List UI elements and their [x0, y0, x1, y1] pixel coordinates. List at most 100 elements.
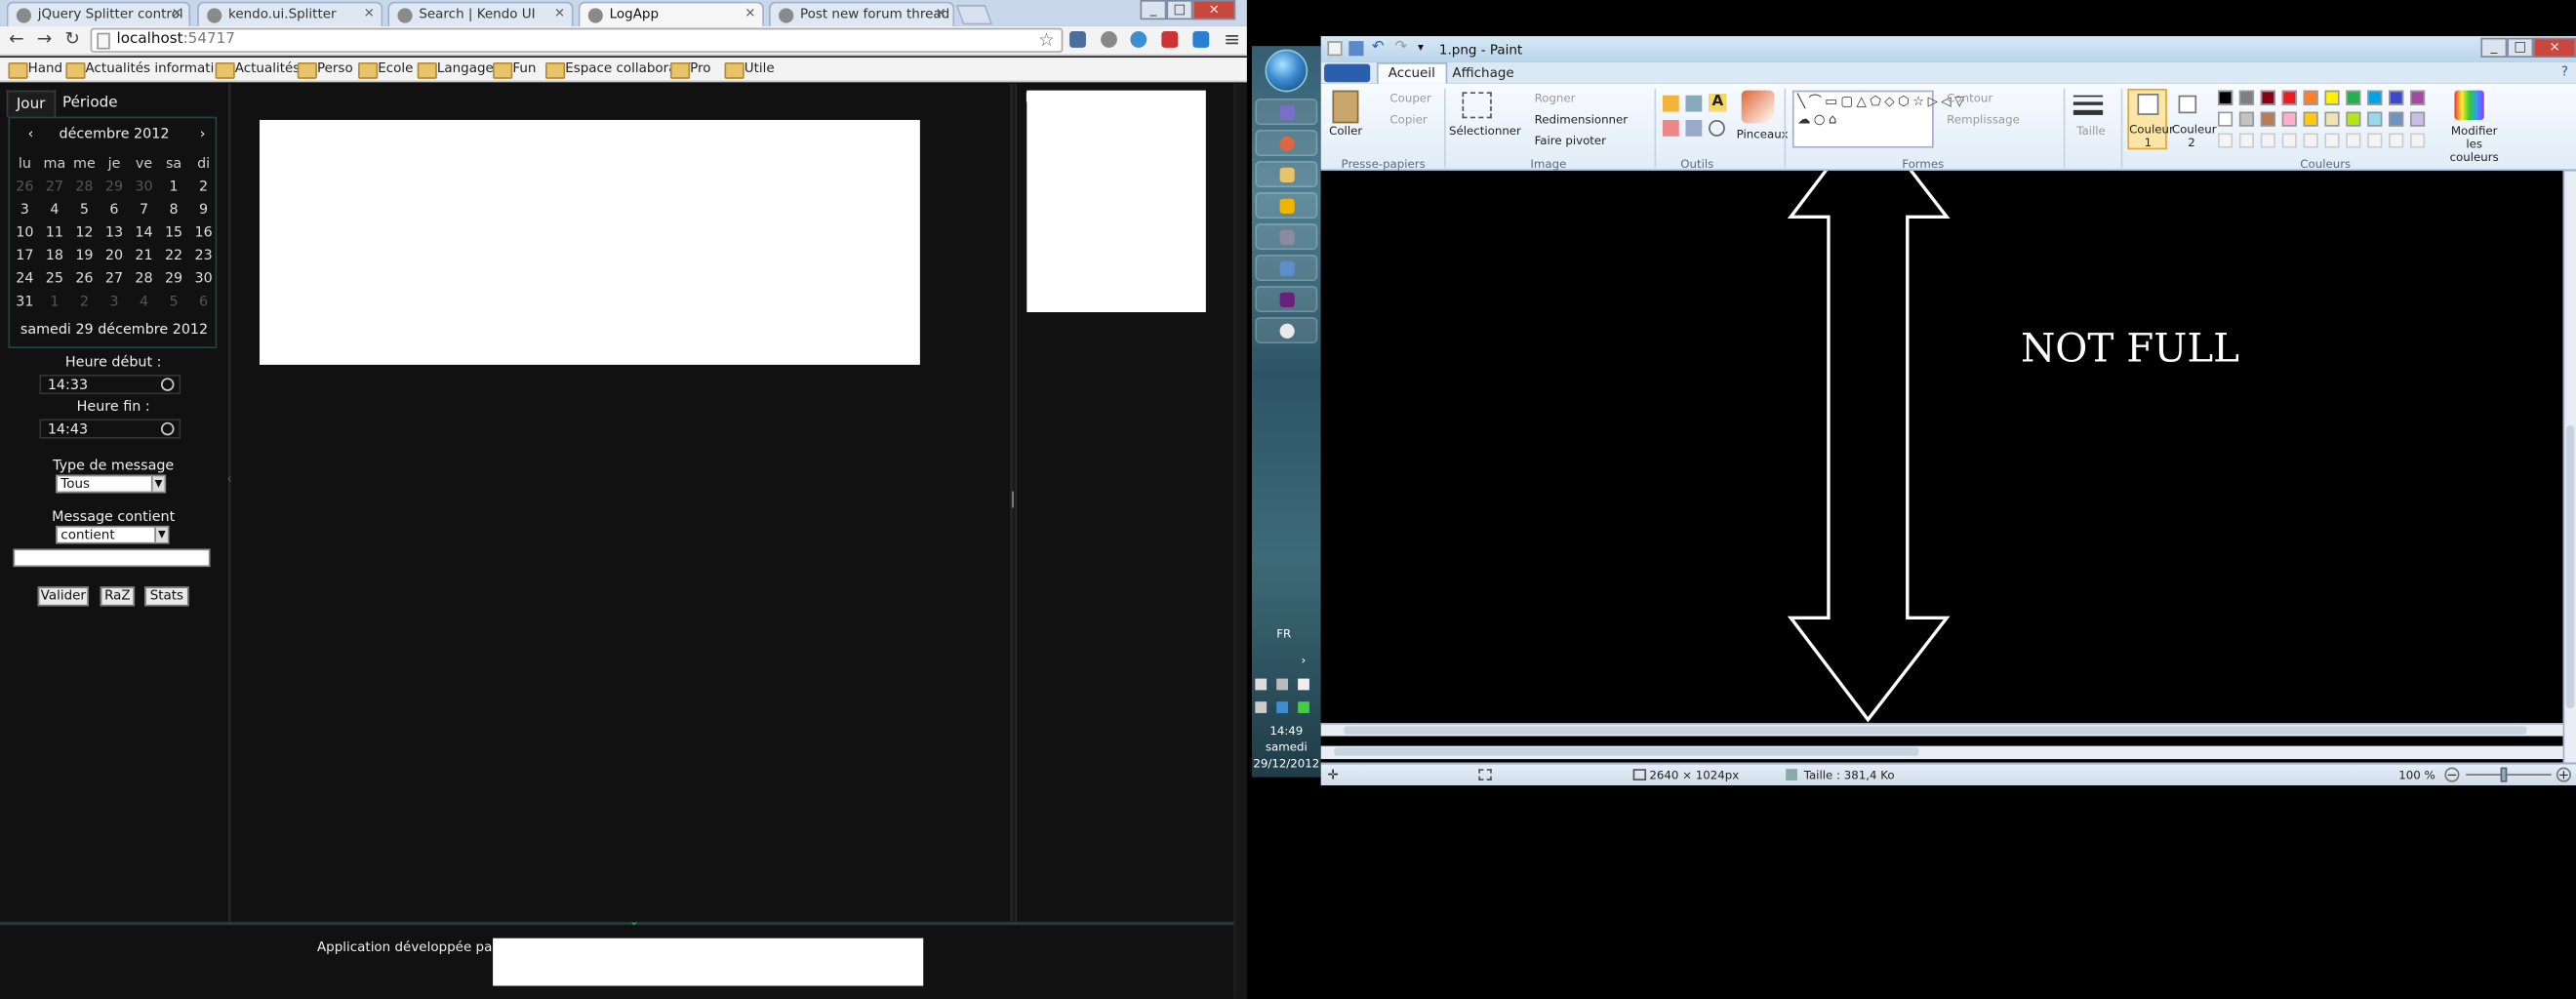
scroll-thumb[interactable]	[2565, 425, 2575, 708]
calendar-day[interactable]: 5	[161, 294, 185, 317]
extension-icon[interactable]	[1161, 30, 1179, 48]
start-button[interactable]	[1265, 49, 1308, 93]
extension-icon[interactable]	[1101, 30, 1117, 48]
new-tab-button[interactable]	[955, 5, 993, 25]
taskbar-button[interactable]	[1255, 130, 1318, 156]
network-icon[interactable]	[1276, 678, 1289, 691]
calendar-day[interactable]: 4	[42, 202, 66, 225]
bookmark-item[interactable]: Ecole	[358, 60, 413, 79]
custom-color-swatch[interactable]	[2324, 133, 2340, 148]
extension-icon[interactable]	[1130, 30, 1147, 48]
calendar-day[interactable]: 26	[13, 180, 37, 203]
color-swatch[interactable]	[2346, 90, 2361, 105]
start-time-input[interactable]: 14:33	[39, 374, 181, 395]
back-icon[interactable]: ←	[5, 28, 28, 52]
scroll-thumb[interactable]	[1334, 747, 1919, 756]
paste-icon[interactable]	[1332, 90, 1359, 124]
color-swatch[interactable]	[2238, 90, 2255, 105]
custom-color-swatch[interactable]	[2389, 133, 2404, 148]
custom-color-swatch[interactable]	[2303, 133, 2318, 148]
reset-button[interactable]: RaZ	[100, 586, 136, 607]
calendar-day[interactable]: 25	[42, 271, 66, 295]
stats-button[interactable]: Stats	[144, 586, 189, 607]
taskbar-button[interactable]	[1255, 286, 1318, 312]
calendar-day[interactable]: 3	[101, 294, 126, 317]
bookmark-item[interactable]: Actualités	[215, 60, 300, 79]
calendar-today-link[interactable]: samedi 29 décembre 2012	[10, 322, 219, 341]
calendar-day[interactable]: 5	[72, 202, 97, 225]
calendar-day[interactable]: 4	[132, 294, 156, 317]
calendar-day[interactable]: 7	[132, 202, 156, 225]
color-swatch[interactable]	[2324, 90, 2340, 105]
splitter-handle[interactable]	[1012, 491, 1014, 508]
calendar-day[interactable]: 22	[161, 248, 185, 271]
undo-icon[interactable]: ↶	[1372, 39, 1385, 56]
close-tab-icon[interactable]: ×	[745, 5, 755, 20]
calendar-day[interactable]: 31	[13, 294, 37, 317]
color-swatch[interactable]	[2260, 111, 2275, 127]
tab-jour[interactable]: Jour	[6, 90, 56, 117]
brush-icon[interactable]	[1741, 90, 1775, 124]
select-button[interactable]: Sélectionner	[1449, 125, 1521, 138]
bookmark-item[interactable]: Utile	[724, 60, 775, 79]
message-type-select[interactable]: Tous ▼	[56, 474, 167, 494]
tab-affichage[interactable]: Affichage	[1452, 65, 1513, 80]
bookmark-item[interactable]: Hand	[8, 60, 62, 79]
extension-icon[interactable]	[1069, 30, 1086, 48]
custom-color-swatch[interactable]	[2260, 133, 2275, 148]
color-swatch[interactable]	[2217, 90, 2234, 105]
calendar-day[interactable]: 9	[191, 202, 216, 225]
calendar-day[interactable]: 26	[72, 271, 97, 295]
bookmark-item[interactable]: Langage	[417, 60, 494, 79]
end-time-input[interactable]: 14:43	[39, 419, 181, 439]
tray-expand-icon[interactable]: ›	[1301, 654, 1306, 666]
browser-tab[interactable]: kendo.ui.Splitter ×	[197, 1, 383, 26]
color-swatch[interactable]	[2303, 90, 2318, 105]
calendar-day[interactable]: 17	[13, 248, 37, 271]
color2-label[interactable]: Couleur 2	[2172, 123, 2217, 149]
size-button[interactable]: Taille	[2076, 125, 2106, 138]
color-swatch[interactable]	[2346, 111, 2361, 127]
extension-icon[interactable]	[1192, 30, 1210, 48]
edit-colors-icon[interactable]	[2454, 90, 2484, 120]
color-swatch[interactable]	[2260, 90, 2275, 105]
bookmark-item[interactable]: Fun	[493, 60, 536, 79]
color2-swatch[interactable]	[2178, 95, 2197, 114]
scroll-thumb[interactable]	[1344, 726, 2527, 735]
close-tab-icon[interactable]: ×	[172, 5, 182, 20]
close-tab-icon[interactable]: ×	[554, 5, 565, 20]
custom-color-swatch[interactable]	[2238, 133, 2255, 148]
color-picker-icon[interactable]	[1685, 119, 1703, 137]
calendar-day[interactable]: 15	[161, 225, 185, 249]
pencil-icon[interactable]	[1662, 95, 1679, 112]
calendar-day[interactable]: 29	[161, 271, 185, 295]
browser-tab[interactable]: Post new forum thread in ×	[768, 1, 955, 26]
calendar-day[interactable]: 6	[191, 294, 216, 317]
browser-tab-active[interactable]: LogApp ×	[578, 1, 764, 26]
color-swatch[interactable]	[2409, 111, 2426, 127]
taskbar-button[interactable]	[1255, 255, 1318, 281]
custom-color-swatch[interactable]	[2281, 133, 2297, 148]
tray-icon[interactable]	[1298, 701, 1309, 713]
calendar-day[interactable]: 6	[101, 202, 126, 225]
zoom-slider-thumb[interactable]	[2500, 767, 2508, 782]
browser-tab[interactable]: Search | Kendo UI ×	[387, 1, 574, 26]
color-swatch[interactable]	[2238, 111, 2255, 127]
clock-icon[interactable]	[161, 378, 175, 391]
taskbar-button[interactable]	[1255, 161, 1318, 187]
redo-icon[interactable]: ↷	[1394, 39, 1407, 56]
custom-color-swatch[interactable]	[2346, 133, 2361, 148]
calendar-day[interactable]: 8	[161, 202, 185, 225]
paste-button[interactable]: Coller	[1329, 125, 1362, 138]
maximize-icon[interactable]: □	[1166, 0, 1193, 20]
color-swatch[interactable]	[2367, 90, 2383, 105]
calendar-day[interactable]: 19	[72, 248, 97, 271]
bookmark-item[interactable]: Perso	[297, 60, 353, 79]
save-icon[interactable]	[1348, 41, 1364, 57]
message-contains-select[interactable]: contient ▼	[56, 525, 170, 544]
magnifier-icon[interactable]	[1709, 119, 1725, 137]
shapes-gallery[interactable]: ╲⌒▭▢△⬠◇⬡☆▷◁▽☁○⌂	[1791, 90, 1964, 148]
calendar-day[interactable]: 11	[42, 225, 66, 249]
close-tab-icon[interactable]: ×	[364, 5, 375, 20]
message-filter-input[interactable]	[13, 548, 211, 568]
